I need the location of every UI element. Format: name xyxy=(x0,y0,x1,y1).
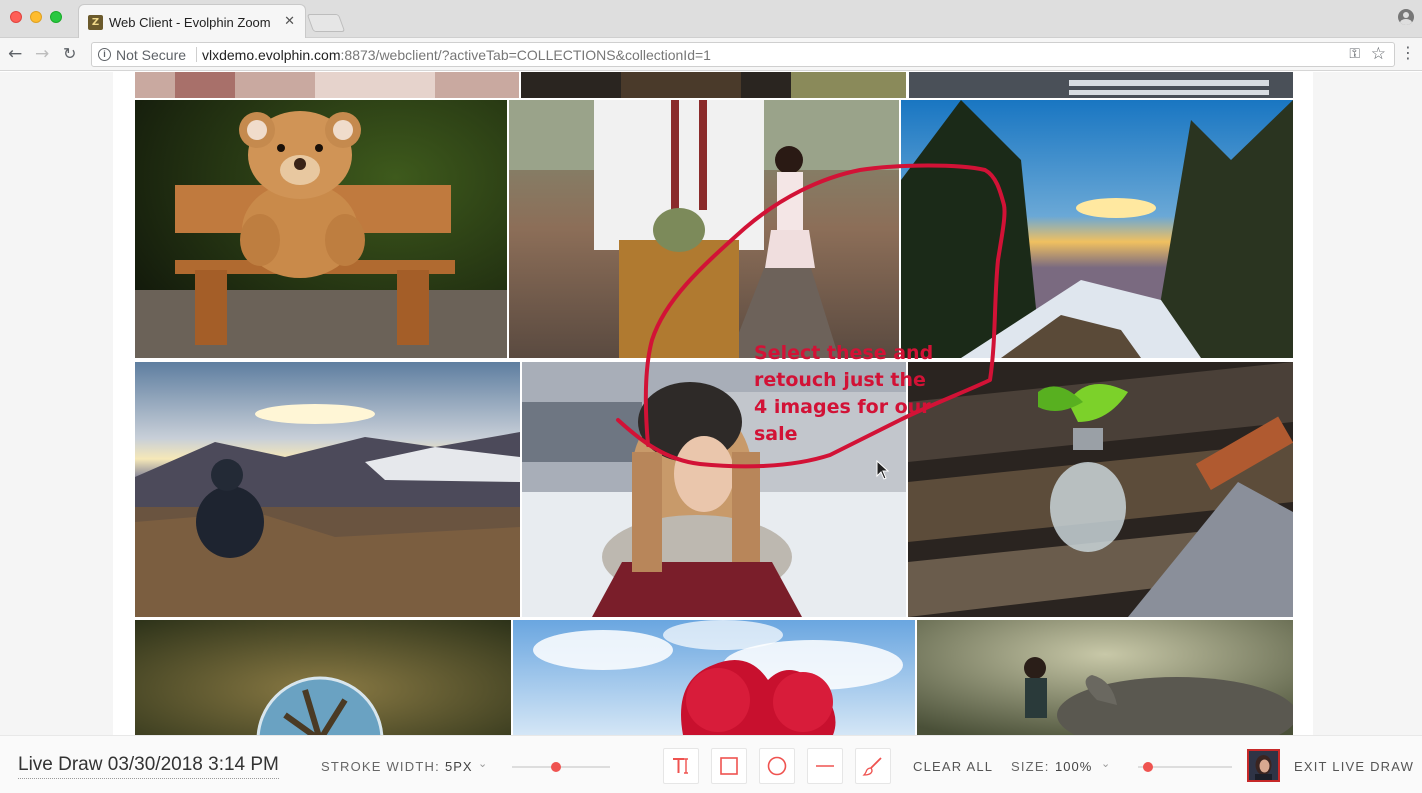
photo-tile-mountain-sunset[interactable] xyxy=(901,100,1293,358)
stroke-width-label: STROKE WIDTH: xyxy=(321,759,440,774)
annotation-line: 4 images for our xyxy=(754,396,931,418)
reload-icon[interactable]: ↻ xyxy=(63,43,76,65)
clear-all-button[interactable]: CLEAR ALL xyxy=(913,759,993,774)
profile-icon[interactable] xyxy=(1398,9,1414,25)
zoom-favicon-icon: Z xyxy=(88,15,103,30)
info-icon[interactable]: i xyxy=(98,48,111,61)
brush-tool-icon xyxy=(862,757,882,776)
photo-tile-wedding[interactable] xyxy=(135,72,519,98)
chevron-down-icon[interactable]: ⌄ xyxy=(478,757,487,770)
rectangle-tool-icon xyxy=(720,757,738,775)
size-slider[interactable] xyxy=(1138,762,1232,772)
photo-tile-crosswalk[interactable] xyxy=(909,72,1293,98)
size-label: SIZE: xyxy=(1011,759,1050,774)
annotation-line: retouch just the xyxy=(754,369,926,391)
close-window-button[interactable] xyxy=(10,11,22,23)
url-host: vlxdemo.evolphin.com xyxy=(202,47,341,63)
browser-tab-bar: Z Web Client - Evolphin Zoom ✕ xyxy=(0,0,1422,38)
live-draw-toolbar: Live Draw 03/30/2018 3:14 PM STROKE WIDT… xyxy=(0,735,1422,793)
circle-tool-icon xyxy=(767,756,787,776)
key-icon[interactable]: ⚿ xyxy=(1349,46,1360,62)
photo-tile-heart-tree[interactable] xyxy=(513,620,915,735)
new-tab-button[interactable] xyxy=(306,14,346,32)
annotation-note: Select these and retouch just the 4 imag… xyxy=(754,340,954,448)
line-tool-icon xyxy=(816,765,834,767)
maximize-window-button[interactable] xyxy=(50,11,62,23)
browser-toolbar: ← → ↻ i Not Secure vlxdemo.evolphin.com:… xyxy=(0,38,1422,71)
photo-tile-teddy-bear[interactable] xyxy=(135,100,507,358)
brush-tool-button[interactable] xyxy=(855,748,891,784)
slider-handle[interactable] xyxy=(1143,762,1153,772)
photo-tile-lightbulb-plant[interactable] xyxy=(908,362,1293,617)
annotation-line: sale xyxy=(754,423,798,445)
line-tool-button[interactable] xyxy=(807,748,843,784)
mouse-pointer-icon xyxy=(876,460,890,480)
stroke-width-slider[interactable] xyxy=(512,762,610,772)
size-select[interactable]: 100% xyxy=(1055,759,1092,774)
browser-tab[interactable]: Z Web Client - Evolphin Zoom ✕ xyxy=(78,4,306,38)
photo-tile-hiker-mountain[interactable] xyxy=(135,362,520,617)
url-text[interactable]: vlxdemo.evolphin.com:8873/webclient/?act… xyxy=(202,47,711,63)
live-draw-session-title[interactable]: Live Draw 03/30/2018 3:14 PM xyxy=(18,754,279,779)
browser-menu-icon[interactable]: ⋮ xyxy=(1400,43,1416,63)
slider-handle[interactable] xyxy=(551,762,561,772)
text-tool-icon xyxy=(673,758,688,774)
url-path: :8873/webclient/?activeTab=COLLECTIONS&c… xyxy=(340,47,711,63)
annotation-line: Select these and xyxy=(754,342,934,364)
bookmark-star-icon[interactable]: ☆ xyxy=(1371,44,1386,64)
chevron-down-icon[interactable]: ⌄ xyxy=(1101,757,1110,770)
collection-grid xyxy=(113,72,1313,735)
forward-arrow-icon[interactable]: → xyxy=(35,43,49,65)
photo-tile-girl-elephant[interactable] xyxy=(917,620,1293,735)
tab-close-icon[interactable]: ✕ xyxy=(284,14,295,29)
exit-live-draw-button[interactable]: EXIT LIVE DRAW xyxy=(1294,759,1414,774)
photo-tile-couple-railway[interactable] xyxy=(509,100,899,358)
avatar[interactable] xyxy=(1247,749,1280,782)
address-bar[interactable]: i Not Secure vlxdemo.evolphin.com:8873/w… xyxy=(91,42,1395,67)
back-arrow-icon[interactable]: ← xyxy=(8,43,22,65)
collection-page xyxy=(0,72,1422,735)
circle-tool-button[interactable] xyxy=(759,748,795,784)
photo-tile-crystal-ball[interactable] xyxy=(135,620,511,735)
stroke-width-select[interactable]: 5PX xyxy=(445,759,473,774)
security-label[interactable]: Not Secure xyxy=(116,47,186,63)
rectangle-tool-button[interactable] xyxy=(711,748,747,784)
tab-title: Web Client - Evolphin Zoom xyxy=(109,15,271,30)
photo-tile-dog[interactable] xyxy=(521,72,906,98)
minimize-window-button[interactable] xyxy=(30,11,42,23)
url-divider xyxy=(196,47,197,62)
text-tool-button[interactable] xyxy=(663,748,699,784)
